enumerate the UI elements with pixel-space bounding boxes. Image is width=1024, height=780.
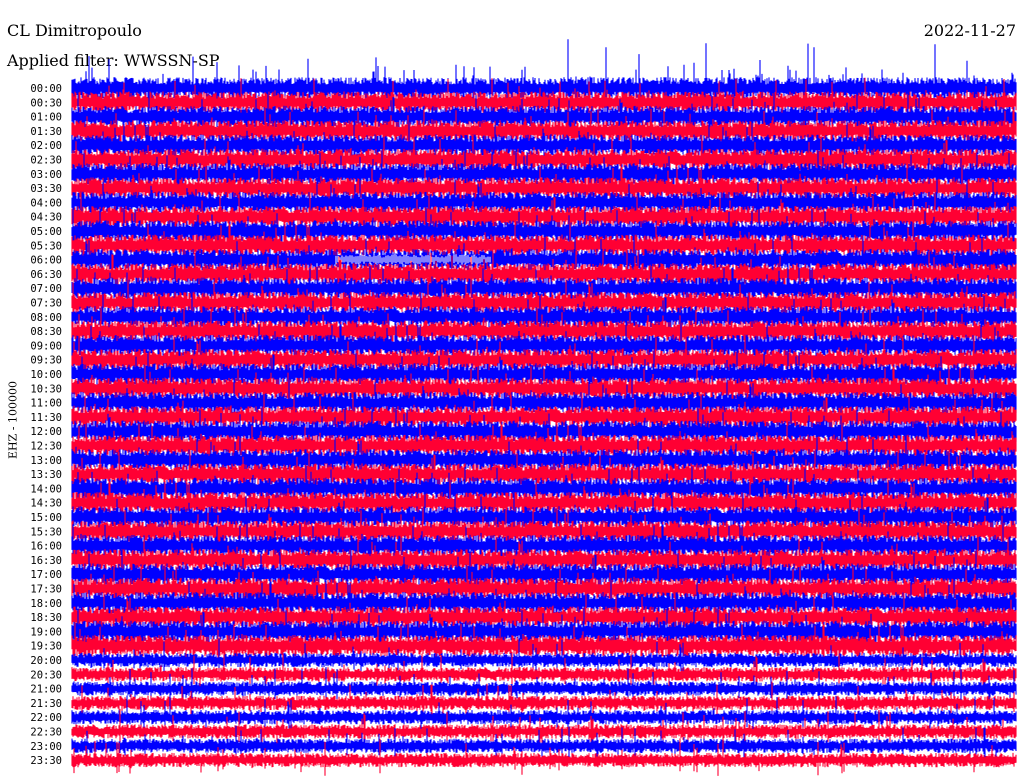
row-tick-label: 19:00 bbox=[30, 626, 62, 638]
row-tick-label: 19:30 bbox=[30, 641, 62, 653]
row-tick-label: 07:30 bbox=[30, 298, 62, 310]
row-tick-label: 17:00 bbox=[30, 569, 62, 581]
row-tick-label: 10:00 bbox=[30, 369, 62, 381]
row-tick-label: 02:30 bbox=[30, 155, 62, 167]
row-tick-label: 14:00 bbox=[30, 483, 62, 495]
row-tick-label: 02:00 bbox=[30, 140, 62, 152]
row-tick-label: 12:30 bbox=[30, 441, 62, 453]
row-tick-label: 20:30 bbox=[30, 669, 62, 681]
row-tick-label: 07:00 bbox=[30, 283, 62, 295]
row-tick-label: 17:30 bbox=[30, 584, 62, 596]
y-axis-label: EHZ - 100000 bbox=[6, 381, 20, 459]
row-tick-label: 03:30 bbox=[30, 183, 62, 195]
row-tick-label: 04:00 bbox=[30, 197, 62, 209]
row-tick-label: 16:30 bbox=[30, 555, 62, 567]
row-tick-label: 22:30 bbox=[30, 727, 62, 739]
row-tick-label: 00:00 bbox=[30, 83, 62, 95]
row-tick-label: 21:00 bbox=[30, 684, 62, 696]
row-tick-label: 06:30 bbox=[30, 269, 62, 281]
row-tick-label: 08:00 bbox=[30, 312, 62, 324]
row-tick-label: 23:30 bbox=[30, 755, 62, 767]
row-tick-label: 12:00 bbox=[30, 426, 62, 438]
helicorder-plot: 00:00 00:30 01:00 01:30 02:00 02:30 03:00 03:30… bbox=[30, 39, 1017, 776]
row-tick-label: 03:00 bbox=[30, 169, 62, 181]
row-tick-label: 09:00 bbox=[30, 340, 62, 352]
row-tick-label: 22:00 bbox=[30, 712, 62, 724]
row-tick-label: 05:00 bbox=[30, 226, 62, 238]
row-tick-label: 08:30 bbox=[30, 326, 62, 338]
row-tick-label: 13:00 bbox=[30, 455, 62, 467]
row-tick-label: 20:00 bbox=[30, 655, 62, 667]
row-tick-label: 10:30 bbox=[30, 383, 62, 395]
row-tick-label: 15:00 bbox=[30, 512, 62, 524]
row-tick-label: 04:30 bbox=[30, 212, 62, 224]
row-tick-label: 11:30 bbox=[30, 412, 62, 424]
row-tick-label: 14:30 bbox=[30, 498, 62, 510]
row-tick-label: 18:00 bbox=[30, 598, 62, 610]
row-tick-label: 23:00 bbox=[30, 741, 62, 753]
row-tick-label: 05:30 bbox=[30, 240, 62, 252]
row-tick-label: 06:00 bbox=[30, 255, 62, 267]
row-tick-label: 15:30 bbox=[30, 526, 62, 538]
row-tick-label: 21:30 bbox=[30, 698, 62, 710]
row-tick-label: 00:30 bbox=[30, 97, 62, 109]
row-tick-label: 01:00 bbox=[30, 112, 62, 124]
row-tick-label: 18:30 bbox=[30, 612, 62, 624]
row-tick-label: 16:00 bbox=[30, 541, 62, 553]
row-tick-label: 11:00 bbox=[30, 398, 62, 410]
row-tick-label: 09:30 bbox=[30, 355, 62, 367]
row-tick-label: 13:30 bbox=[30, 469, 62, 481]
row-tick-label: 01:30 bbox=[30, 126, 62, 138]
